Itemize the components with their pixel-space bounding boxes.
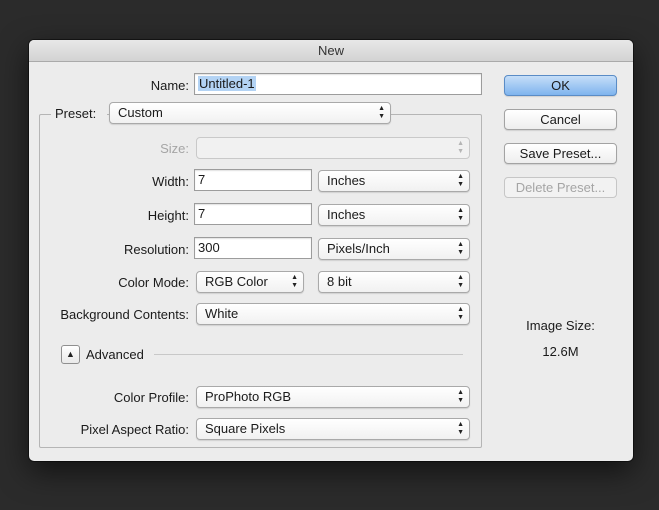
size-label: Size: (160, 141, 189, 156)
resolution-unit-value: Pixels/Inch (327, 241, 390, 256)
background-contents-label: Background Contents: (60, 307, 189, 322)
up-down-chevron-icon: ▲ ▼ (457, 207, 464, 222)
save-preset-button[interactable]: Save Preset... (504, 143, 617, 164)
width-input[interactable]: 7 (194, 169, 312, 191)
color-profile-popup[interactable]: ProPhoto RGB ▲ ▼ (196, 386, 470, 408)
delete-preset-button[interactable]: Delete Preset... (504, 177, 617, 198)
color-mode-popup[interactable]: RGB Color ▲ ▼ (196, 271, 304, 293)
up-down-chevron-icon: ▲ ▼ (378, 105, 385, 120)
triangle-up-icon: ▲ (66, 349, 75, 359)
advanced-separator (154, 354, 463, 355)
width-unit-popup[interactable]: Inches ▲ ▼ (318, 170, 470, 192)
resolution-input[interactable]: 300 (194, 237, 312, 259)
pixel-aspect-ratio-value: Square Pixels (205, 421, 286, 436)
advanced-disclosure-button[interactable]: ▲ (61, 345, 80, 364)
cancel-button[interactable]: Cancel (504, 109, 617, 130)
height-unit-value: Inches (327, 207, 366, 222)
name-input[interactable]: Untitled-1 (194, 73, 482, 95)
advanced-label: Advanced (86, 347, 144, 362)
resolution-label: Resolution: (123, 242, 189, 257)
pixel-aspect-ratio-label: Pixel Aspect Ratio: (80, 422, 189, 437)
window-title: New (29, 40, 633, 62)
color-mode-value: RGB Color (205, 274, 268, 289)
preset-label: Preset: (51, 106, 107, 121)
image-size-value: 12.6M (542, 344, 579, 359)
up-down-chevron-icon: ▲ ▼ (457, 241, 464, 256)
up-down-chevron-icon: ▲ ▼ (457, 389, 464, 404)
bit-depth-popup[interactable]: 8 bit ▲ ▼ (318, 271, 470, 293)
up-down-chevron-icon: ▲ ▼ (291, 274, 298, 289)
color-mode-label: Color Mode: (118, 275, 189, 290)
size-popup[interactable]: ▲ ▼ (196, 137, 470, 159)
color-profile-label: Color Profile: (113, 390, 189, 405)
image-size-label: Image Size: (526, 318, 595, 333)
up-down-chevron-icon: ▲ ▼ (457, 173, 464, 188)
ok-button[interactable]: OK (504, 75, 617, 96)
new-document-dialog: New Name: Untitled-1 Preset: Custom ▲ ▼ S… (29, 40, 633, 461)
background-contents-value: White (205, 306, 239, 321)
preset-popup[interactable]: Custom ▲ ▼ (109, 102, 391, 124)
up-down-chevron-icon: ▲ ▼ (457, 421, 464, 436)
background-contents-popup[interactable]: White ▲ ▼ (196, 303, 470, 325)
color-profile-value: ProPhoto RGB (205, 389, 291, 404)
height-unit-popup[interactable]: Inches ▲ ▼ (318, 204, 470, 226)
pixel-aspect-ratio-popup[interactable]: Square Pixels ▲ ▼ (196, 418, 470, 440)
width-unit-value: Inches (327, 173, 366, 188)
preset-value: Custom (118, 105, 163, 120)
resolution-unit-popup[interactable]: Pixels/Inch ▲ ▼ (318, 238, 470, 260)
up-down-chevron-icon: ▲ ▼ (457, 140, 464, 155)
name-value: Untitled-1 (198, 76, 256, 91)
height-label: Height: (147, 208, 189, 223)
bit-depth-value: 8 bit (327, 274, 352, 289)
height-input[interactable]: 7 (194, 203, 312, 225)
up-down-chevron-icon: ▲ ▼ (457, 306, 464, 321)
width-label: Width: (152, 174, 189, 189)
up-down-chevron-icon: ▲ ▼ (457, 274, 464, 289)
name-label: Name: (150, 78, 189, 93)
